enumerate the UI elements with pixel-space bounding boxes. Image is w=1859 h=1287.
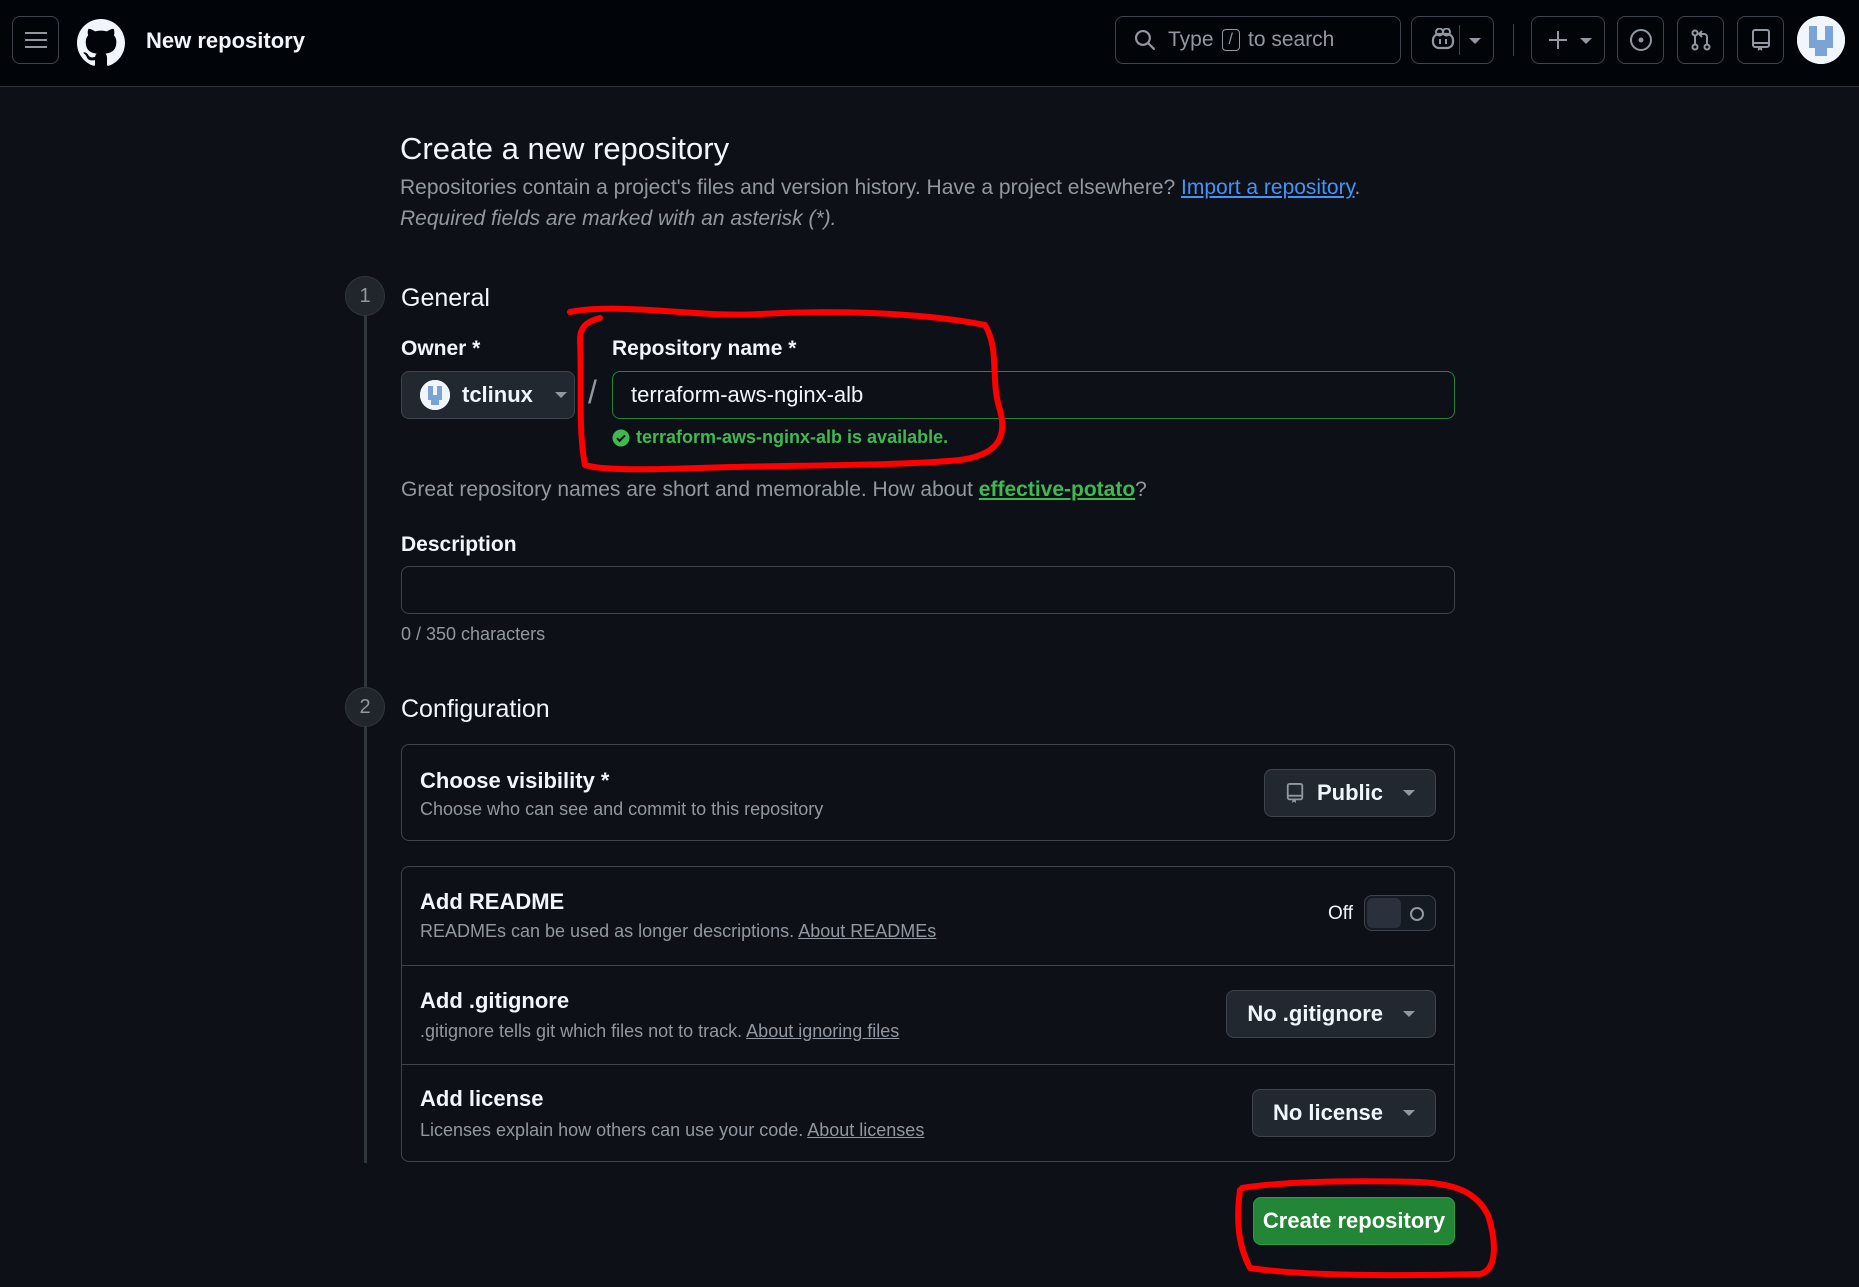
license-value: No license — [1272, 1100, 1383, 1125]
copilot-icon — [1431, 28, 1454, 50]
top-bar: New repository Type / to search — [0, 0, 1859, 87]
chevron-down-icon — [554, 392, 567, 398]
section-title-configuration: Configuration — [401, 695, 550, 723]
about-readmes-link[interactable]: About READMEs — [798, 921, 936, 941]
plus-icon — [1549, 31, 1567, 49]
license-title: Add license — [420, 1086, 544, 1111]
search-shortcut-key: / — [1221, 29, 1240, 51]
chevron-down-icon — [1403, 1011, 1415, 1017]
readme-toggle[interactable] — [1364, 895, 1436, 931]
intro-text: Repositories contain a project's files a… — [400, 176, 1361, 199]
name-suggestion: Great repository names are short and mem… — [401, 478, 1147, 501]
gitignore-subtitle: .gitignore tells git which files not to … — [420, 1021, 900, 1041]
availability-message: terraform-aws-nginx-alb is available. — [612, 427, 948, 448]
required-note: Required fields are marked with an aster… — [400, 207, 837, 230]
github-logo-icon[interactable] — [77, 19, 125, 67]
step-number-general: 1 — [345, 276, 385, 316]
license-select[interactable]: No license — [1251, 1089, 1436, 1137]
step-line — [364, 708, 367, 1163]
owner-avatar — [420, 380, 450, 410]
gitignore-row: Add .gitignore .gitignore tells git whic… — [402, 966, 1454, 1064]
pull-requests-button[interactable] — [1677, 16, 1724, 64]
visibility-value: Public — [1316, 780, 1383, 805]
pull-requests-icon — [1691, 29, 1710, 51]
suggested-name-link[interactable]: effective-potato — [979, 478, 1135, 501]
gitignore-value: No .gitignore — [1247, 1001, 1383, 1026]
step-number-configuration: 2 — [345, 687, 385, 727]
search-suffix: to search — [1247, 28, 1335, 51]
create-repository-button[interactable]: Create repository — [1253, 1197, 1455, 1245]
search-input[interactable]: Type / to search — [1115, 16, 1401, 64]
visibility-select[interactable]: Public — [1263, 769, 1436, 817]
repo-name-label: Repository name * — [612, 337, 797, 360]
description-label: Description — [401, 533, 517, 556]
visibility-subtitle: Choose who can see and commit to this re… — [420, 799, 824, 819]
description-char-count: 0 / 350 characters — [401, 624, 546, 644]
repository-name-input[interactable] — [612, 371, 1455, 419]
visibility-card: Choose visibility * Choose who can see a… — [401, 744, 1455, 841]
repo-icon — [1751, 29, 1770, 51]
options-card: Add README READMEs can be used as longer… — [401, 866, 1455, 1162]
chevron-down-icon — [1403, 1110, 1415, 1116]
search-prefix: Type — [1168, 28, 1214, 51]
gitignore-select[interactable]: No .gitignore — [1226, 990, 1436, 1038]
readme-row: Add README READMEs can be used as longer… — [402, 867, 1454, 965]
chevron-down-icon — [1469, 38, 1481, 44]
issues-icon — [1629, 29, 1652, 51]
owner-repo-separator: / — [588, 374, 597, 410]
copilot-button[interactable] — [1411, 16, 1494, 64]
readme-toggle-label: Off — [1328, 903, 1353, 924]
menu-button[interactable] — [12, 16, 59, 64]
repositories-button[interactable] — [1737, 16, 1784, 64]
search-icon — [1134, 29, 1156, 51]
import-repository-link[interactable]: Import a repository — [1181, 176, 1355, 199]
check-circle-icon — [612, 429, 630, 446]
visibility-title: Choose visibility * — [420, 768, 610, 793]
create-new-button[interactable] — [1531, 16, 1605, 64]
owner-name: tclinux — [462, 382, 533, 407]
gitignore-title: Add .gitignore — [420, 988, 570, 1013]
readme-title: Add README — [420, 889, 565, 914]
description-input[interactable] — [401, 566, 1455, 614]
owner-label: Owner * — [401, 337, 481, 360]
repo-icon — [1286, 783, 1304, 803]
issues-button[interactable] — [1617, 16, 1664, 64]
page-title: Create a new repository — [400, 131, 730, 166]
chevron-down-icon — [1580, 38, 1592, 44]
avatar[interactable] — [1797, 16, 1845, 64]
chevron-down-icon — [1403, 790, 1415, 796]
license-row: Add license Licenses explain how others … — [402, 1065, 1454, 1163]
about-licenses-link[interactable]: About licenses — [807, 1120, 924, 1140]
section-title-general: General — [401, 284, 490, 312]
readme-subtitle: READMEs can be used as longer descriptio… — [420, 921, 937, 941]
menu-icon — [24, 32, 47, 48]
about-ignoring-files-link[interactable]: About ignoring files — [746, 1021, 899, 1041]
owner-select[interactable]: tclinux — [401, 371, 575, 419]
page-name: New repository — [146, 28, 305, 53]
license-subtitle: Licenses explain how others can use your… — [420, 1120, 925, 1140]
